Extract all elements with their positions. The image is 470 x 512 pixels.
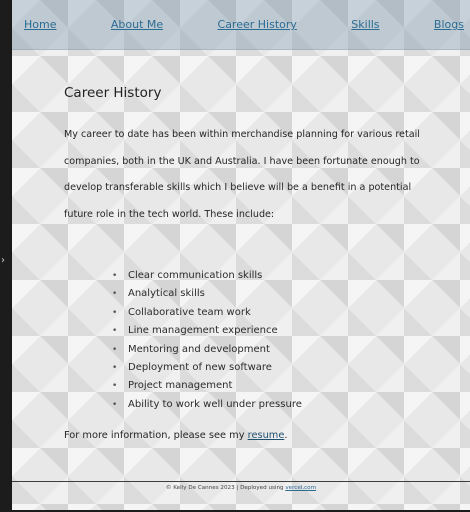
list-item: • Mentoring and development <box>112 341 302 359</box>
footer-divider <box>12 481 470 482</box>
skill-label: Mentoring and development <box>128 343 270 355</box>
page-frame: Home About Me Career History Skills Blog… <box>10 0 470 510</box>
vercel-link[interactable]: vercel.com <box>285 485 316 491</box>
bullet-icon: • <box>112 271 118 281</box>
nav-home-link[interactable]: Home <box>24 18 56 31</box>
skill-label: Ability to work well under pressure <box>128 398 302 410</box>
more-info-line: For more information, please see my resu… <box>64 430 288 441</box>
bullet-icon: • <box>112 399 118 410</box>
list-item: • Project management <box>112 377 302 395</box>
resume-link[interactable]: resume <box>248 430 285 441</box>
more-info-text: For more information, please see my <box>64 430 248 441</box>
skills-list: • Clear communication skills • Analytical … <box>112 267 302 414</box>
top-nav: Home About Me Career History Skills Blog… <box>12 0 470 50</box>
skill-label: Line management experience <box>128 325 278 337</box>
bullet-icon: • <box>112 307 118 318</box>
skill-label: Project management <box>128 380 233 392</box>
bullet-icon: • <box>112 363 118 374</box>
footer: © Kelly De Cannes 2023 | Deployed using … <box>12 485 470 491</box>
list-item: • Analytical skills <box>112 285 302 303</box>
nav-about-me-link[interactable]: About Me <box>111 18 163 31</box>
more-info-period: . <box>284 430 288 441</box>
skill-label: Clear communication skills <box>128 270 263 281</box>
list-item: • Clear communication skills <box>112 267 302 285</box>
list-item: • Deployment of new software <box>112 359 302 377</box>
bullet-icon: • <box>112 326 118 337</box>
bullet-icon: • <box>112 344 118 355</box>
intro-paragraph: My career to date has been within mercha… <box>64 129 420 220</box>
page-title: Career History <box>64 85 162 101</box>
chevron-right-icon: › <box>1 255 5 266</box>
nav-skills-link[interactable]: Skills <box>351 18 379 31</box>
bullet-icon: • <box>112 289 118 300</box>
list-item: • Line management experience <box>112 322 302 340</box>
skill-label: Collaborative team work <box>128 306 251 318</box>
skill-label: Deployment of new software <box>128 362 272 374</box>
main-content: Career History My career to date has bee… <box>64 85 424 441</box>
nav-career-history-link[interactable]: Career History <box>218 18 297 31</box>
footer-text: © Kelly De Cannes 2023 | Deployed using <box>165 485 286 491</box>
list-item: • Collaborative team work <box>112 304 302 322</box>
bullet-icon: • <box>112 381 118 392</box>
nav-blogs-link[interactable]: Blogs <box>434 18 464 31</box>
skill-label: Analytical skills <box>128 288 205 300</box>
list-item: • Ability to work well under pressure <box>112 396 302 414</box>
